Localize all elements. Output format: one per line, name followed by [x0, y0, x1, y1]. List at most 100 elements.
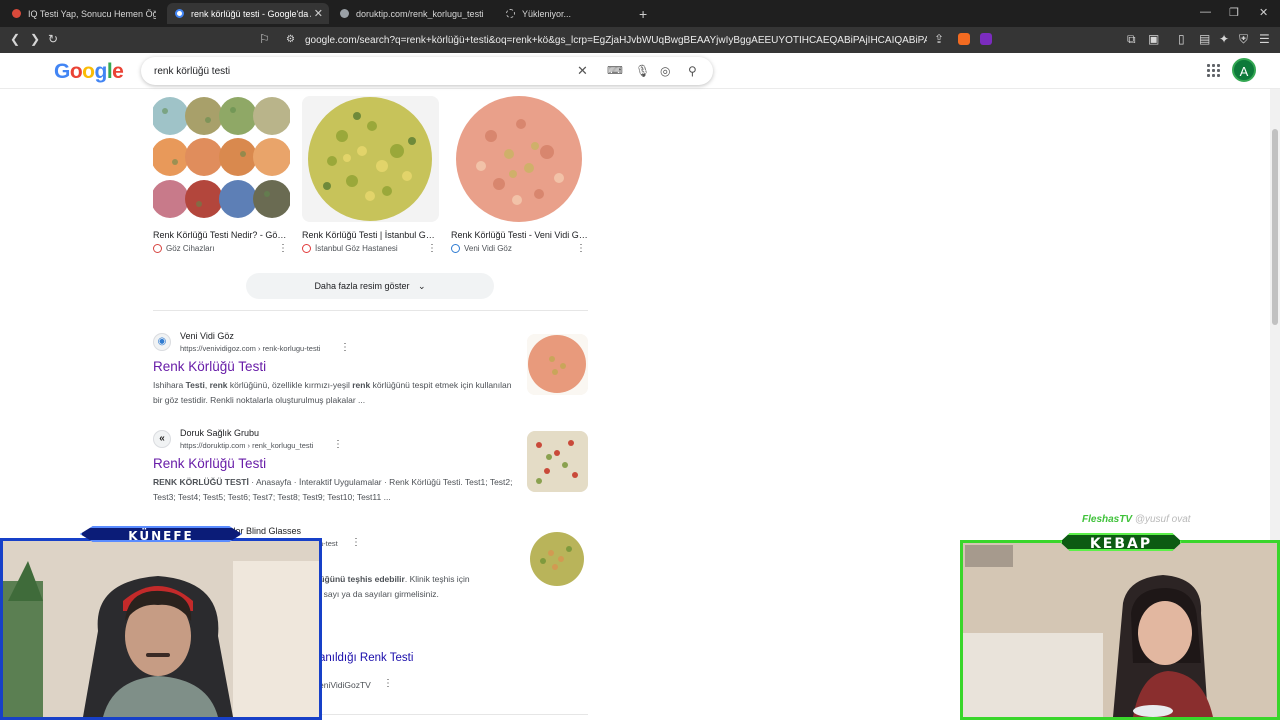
url-text[interactable]: google.com/search?q=renk+körlüğü+testi&o…	[305, 35, 927, 46]
partial-result-title[interactable]: anıldığı Renk Testi	[319, 652, 413, 664]
site-info-icon[interactable]: ⚙	[286, 34, 295, 45]
more-options-icon[interactable]: ⋮	[576, 243, 586, 254]
ishihara-plate-image[interactable]	[302, 96, 439, 222]
more-options-icon[interactable]: ⋮	[351, 537, 361, 548]
close-window-icon[interactable]: ✕	[1259, 6, 1268, 19]
snippet-part: . Klinik teşhis için	[404, 574, 470, 584]
back-icon[interactable]: ❮	[10, 32, 20, 46]
extensions-icon[interactable]: ⧉	[1127, 32, 1136, 47]
more-options-icon[interactable]: ⋮	[383, 678, 393, 689]
image-source-name: İstanbul Göz Hastanesi	[315, 244, 398, 253]
bookmark-icon[interactable]: ⚐	[259, 32, 270, 46]
brave-shield-icon[interactable]	[958, 33, 970, 45]
search-box[interactable]: renk körlüğü testi ✕ ⌨ 🎙 ◎ ⚲	[141, 57, 713, 85]
google-favicon-icon	[175, 9, 184, 18]
menu-icon[interactable]: ☰	[1259, 32, 1270, 46]
tab-label: Yükleniyor...	[522, 8, 572, 19]
google-logo[interactable]: Google	[54, 60, 124, 84]
result-thumbnail[interactable]	[527, 431, 588, 492]
ishihara-grid-image[interactable]	[153, 96, 290, 222]
more-options-icon[interactable]: ⋮	[333, 439, 343, 450]
google-header: Google renk körlüğü testi ✕ ⌨ 🎙 ◎ ⚲ A	[0, 53, 1280, 89]
image-source-name: Göz Cihazları	[166, 244, 215, 253]
result-snippet: RENK KÖRLÜĞÜ TESTİ · Anasayfa · İnterakt…	[153, 477, 513, 502]
result-thumbnail[interactable]	[527, 529, 588, 590]
minimize-icon[interactable]: —	[1200, 6, 1211, 18]
sidebar-toggle-icon[interactable]: ▯	[1178, 32, 1185, 46]
result-url[interactable]: https://doruktip.com › renk_korlugu_test…	[180, 441, 313, 450]
image-caption[interactable]: Renk Körlüğü Testi | İstanbul Göz Hastan…	[302, 230, 439, 240]
keyboard-icon[interactable]: ⌨	[607, 64, 623, 77]
maximize-icon[interactable]: ❐	[1229, 6, 1239, 19]
share-icon[interactable]: ⇪	[934, 32, 944, 46]
search-result: « Doruk Sağlık Grubu https://doruktip.co…	[153, 428, 513, 505]
forward-icon[interactable]: ❯	[30, 32, 40, 46]
webcam-right	[960, 540, 1280, 720]
tab-iq-testi[interactable]: IQ Testi Yap, Sonucu Hemen Öğren	[4, 3, 164, 24]
loading-spinner-icon	[506, 9, 515, 18]
wallet-icon[interactable]: ▤	[1199, 32, 1210, 46]
image-source: Göz Cihazları ⋮	[153, 243, 290, 254]
result-title[interactable]: Renk Körlüğü Testi	[153, 359, 266, 374]
scrollbar-thumb[interactable]	[1272, 129, 1278, 325]
result-snippet: Ishihara Testi, renk körlüğünü, özellikl…	[153, 380, 512, 405]
browser-toolbar: ❮ ❯ ↻ ⚐ ⚙ google.com/search?q=renk+körlü…	[0, 27, 1280, 53]
image-result[interactable]: Renk Körlüğü Testi - Veni Vidi Göz Veni …	[451, 96, 588, 254]
tab-google-search[interactable]: renk körlüğü testi - Google'da Ara ✕	[167, 3, 329, 24]
tab-loading[interactable]: Yükleniyor...	[498, 3, 628, 24]
source-favicon-icon	[153, 244, 162, 253]
google-apps-icon[interactable]	[1207, 64, 1221, 78]
result-url[interactable]: https://venividigoz.com › renk-korlugu-t…	[180, 344, 320, 353]
streamer-handle: FleshasTV @yusuf ovat	[1082, 514, 1191, 525]
result-thumbnail[interactable]	[527, 334, 588, 395]
result-site-name[interactable]: Veni Vidi Göz	[180, 331, 234, 341]
tab-favicon	[340, 9, 349, 18]
sidebar-panel-icon[interactable]: ▣	[1148, 32, 1159, 46]
handle-name: FleshasTV	[1082, 514, 1133, 525]
rewards-icon[interactable]	[980, 33, 992, 45]
image-caption[interactable]: Renk Körlüğü Testi Nedir? - Göz Cihazlar…	[153, 230, 290, 240]
left-cam-badge: KÜNEFE	[80, 526, 242, 542]
handle-sub: @yusuf ovat	[1134, 514, 1191, 525]
source-favicon-icon	[302, 244, 311, 253]
more-options-icon[interactable]: ⋮	[340, 342, 350, 353]
image-source: Veni Vidi Göz ⋮	[451, 243, 588, 254]
more-options-icon[interactable]: ⋮	[427, 243, 437, 254]
voice-search-icon[interactable]: 🎙	[635, 64, 650, 78]
site-favicon-icon[interactable]: «	[153, 430, 171, 448]
leo-ai-icon[interactable]: ✦	[1219, 32, 1229, 46]
result-title[interactable]: Renk Körlüğü Testi	[153, 456, 266, 471]
tab-label: renk körlüğü testi - Google'da Ara	[191, 8, 311, 19]
site-favicon-icon[interactable]: ◉	[153, 333, 171, 351]
snippet-part: lüğünü teşhis edebilir	[317, 574, 405, 584]
avatar[interactable]: A	[1232, 58, 1256, 82]
more-options-icon[interactable]: ⋮	[278, 243, 288, 254]
bottom-divider	[319, 714, 588, 715]
right-cam-badge: KEBAP	[1060, 533, 1182, 551]
image-result[interactable]: Renk Körlüğü Testi Nedir? - Göz Cihazlar…	[153, 96, 290, 254]
webcam-left	[0, 538, 322, 720]
result-site-name[interactable]: Doruk Sağlık Grubu	[180, 428, 259, 438]
new-tab-button[interactable]: +	[639, 6, 647, 22]
more-images-button[interactable]: Daha fazla resim göster ⌄	[246, 273, 494, 299]
search-input[interactable]: renk körlüğü testi	[154, 66, 230, 77]
section-divider	[153, 310, 588, 311]
chevron-down-icon: ⌄	[418, 281, 426, 291]
partial-result-source[interactable]: eniVidiGozTV	[319, 680, 371, 690]
clear-search-icon[interactable]: ✕	[577, 63, 588, 79]
tab-bar: IQ Testi Yap, Sonucu Hemen Öğren renk kö…	[0, 0, 1280, 27]
image-source-name: Veni Vidi Göz	[464, 244, 512, 253]
image-caption[interactable]: Renk Körlüğü Testi - Veni Vidi Göz	[451, 230, 588, 240]
ishihara-plate-image[interactable]	[451, 96, 588, 222]
search-result: ◉ Veni Vidi Göz https://venividigoz.com …	[153, 331, 513, 408]
tab-label: doruktip.com/renk_korlugu_testi.htm	[356, 8, 484, 19]
reload-icon[interactable]: ↻	[48, 32, 58, 46]
vpn-icon[interactable]: ⛨	[1239, 32, 1248, 47]
close-tab-icon[interactable]: ✕	[314, 7, 323, 20]
image-result[interactable]: Renk Körlüğü Testi | İstanbul Göz Hastan…	[302, 96, 439, 254]
more-images-label: Daha fazla resim göster	[314, 281, 410, 291]
search-icon[interactable]: ⚲	[688, 64, 697, 78]
tab-label: IQ Testi Yap, Sonucu Hemen Öğren	[28, 8, 156, 19]
tab-doruktip[interactable]: doruktip.com/renk_korlugu_testi.htm	[332, 3, 492, 24]
lens-search-icon[interactable]: ◎	[660, 64, 670, 78]
